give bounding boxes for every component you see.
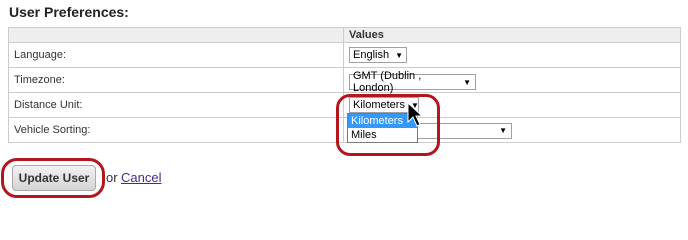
table-row: Language: English ▼ [8,42,681,68]
table-header-row: Values [8,27,681,43]
language-label: Language: [8,42,344,68]
timezone-select-value: GMT (Dublin , London) [353,70,422,94]
update-user-button[interactable]: Update User [12,165,96,191]
distance-unit-label: Distance Unit: [8,92,344,118]
chevron-down-icon: ▼ [499,126,507,135]
or-text: or [106,170,118,185]
cancel-link[interactable]: Cancel [121,170,161,185]
column-header-values: Values [343,27,681,43]
table-row: Timezone: GMT (Dublin , London) ▼ [8,67,681,94]
annotation-circle-dropdown [336,94,440,156]
language-cell: English ▼ [343,42,681,68]
page-title: User Preferences: [9,4,129,20]
chevron-down-icon: ▼ [463,77,471,87]
language-select[interactable]: English ▼ [349,47,407,63]
timezone-label: Timezone: [8,67,344,93]
timezone-cell: GMT (Dublin , London) ▼ [343,67,681,94]
timezone-select[interactable]: GMT (Dublin , London) ▼ [349,70,476,94]
chevron-down-icon: ▼ [395,50,403,60]
vehicle-sorting-label: Vehicle Sorting: [8,117,344,143]
language-select-value: English [353,49,390,61]
column-header-setting [8,27,344,43]
